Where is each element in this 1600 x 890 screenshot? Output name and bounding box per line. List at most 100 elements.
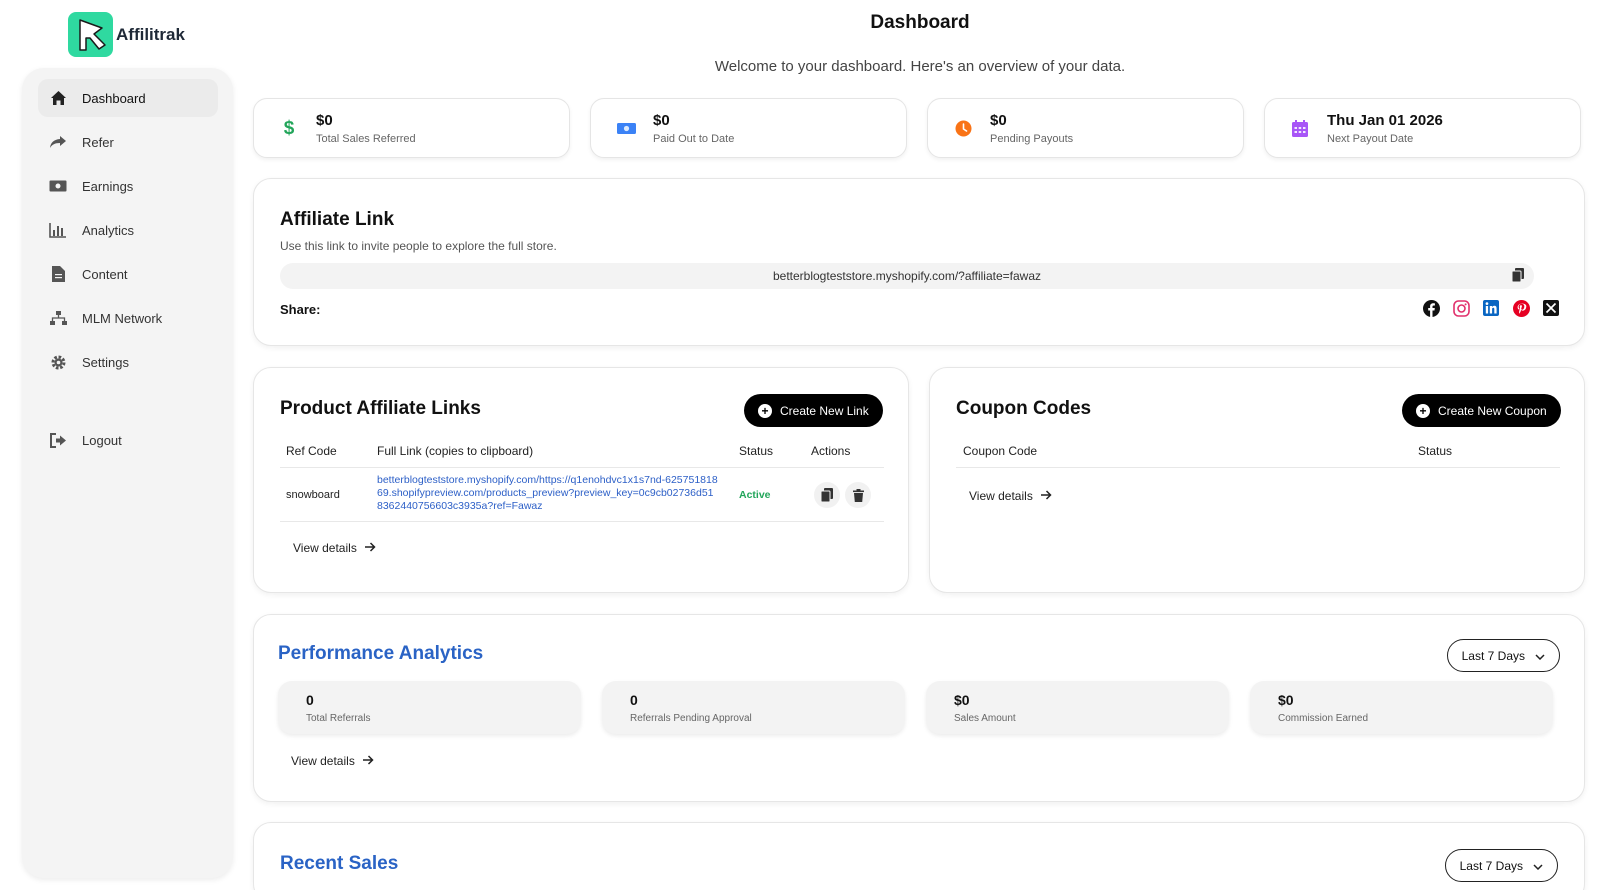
stat-value: Thu Jan 01 2026 bbox=[1327, 111, 1443, 129]
clock-icon bbox=[952, 117, 974, 139]
sidebar-item-label: Analytics bbox=[82, 222, 135, 238]
view-details-link[interactable]: View details bbox=[293, 541, 376, 555]
sidebar-item-mlm-network[interactable]: MLM Network bbox=[38, 299, 218, 337]
date-range-value: Last 7 Days bbox=[1459, 858, 1523, 873]
sidebar-item-settings[interactable]: Settings bbox=[38, 343, 218, 381]
arrow-right-icon bbox=[1040, 489, 1052, 503]
linkedin-icon[interactable] bbox=[1482, 299, 1500, 317]
brand-name: Affilitrak bbox=[116, 24, 185, 44]
brand-logo[interactable]: Affilitrak bbox=[68, 12, 185, 57]
full-link-cell[interactable]: betterblogteststore.myshopify.com/https:… bbox=[377, 474, 719, 513]
status-badge: Active bbox=[739, 489, 771, 501]
chevron-down-icon bbox=[1533, 859, 1543, 873]
stat-card-paid-out: $0 Paid Out to Date bbox=[590, 98, 907, 158]
copy-icon bbox=[821, 488, 833, 502]
copy-icon[interactable] bbox=[1511, 268, 1524, 285]
delete-link-button[interactable] bbox=[845, 482, 871, 508]
sidebar: Dashboard Refer Earnings Analytics Conte… bbox=[22, 68, 233, 878]
share-label: Share: bbox=[280, 302, 321, 317]
ref-code-cell: snowboard bbox=[286, 489, 340, 501]
coupon-codes-title: Coupon Codes bbox=[956, 398, 1092, 419]
stat-card-next-payout: Thu Jan 01 2026 Next Payout Date bbox=[1264, 98, 1581, 158]
date-range-dropdown[interactable]: Last 7 Days bbox=[1444, 849, 1558, 882]
create-new-coupon-label: Create New Coupon bbox=[1438, 403, 1547, 418]
stat-label: Next Payout Date bbox=[1327, 132, 1414, 145]
view-details-label: View details bbox=[291, 754, 355, 768]
chevron-down-icon bbox=[1535, 649, 1545, 663]
share-icons bbox=[1422, 299, 1560, 317]
date-range-dropdown[interactable]: Last 7 Days bbox=[1446, 639, 1560, 672]
stat-label: Pending Payouts bbox=[990, 132, 1074, 145]
stat-value: $0 bbox=[316, 111, 333, 129]
stat-card-total-sales: $ $0 Total Sales Referred bbox=[253, 98, 570, 158]
recent-sales-panel: Recent Sales Last 7 Days bbox=[253, 822, 1585, 890]
sidebar-item-analytics[interactable]: Analytics bbox=[38, 211, 218, 249]
stat-value: $0 bbox=[653, 111, 670, 129]
page-title: Dashboard bbox=[870, 12, 970, 33]
metric-value: $0 bbox=[1278, 692, 1294, 708]
facebook-icon[interactable] bbox=[1422, 299, 1440, 317]
metric-label: Total Referrals bbox=[306, 713, 371, 724]
home-icon bbox=[48, 88, 68, 108]
create-new-coupon-button[interactable]: + Create New Coupon bbox=[1402, 394, 1561, 427]
performance-analytics-panel: Performance Analytics Last 7 Days 0 Tota… bbox=[253, 614, 1585, 802]
sidebar-item-logout[interactable]: Logout bbox=[38, 421, 218, 459]
create-new-link-label: Create New Link bbox=[780, 403, 869, 418]
sidebar-item-label: Logout bbox=[82, 432, 122, 448]
sidebar-item-label: Settings bbox=[82, 354, 129, 370]
page-subtitle: Welcome to your dashboard. Here's an ove… bbox=[714, 58, 1126, 75]
pinterest-icon[interactable] bbox=[1512, 299, 1530, 317]
trash-icon bbox=[852, 488, 864, 502]
column-header-status: Status bbox=[739, 444, 774, 458]
sidebar-item-label: Dashboard bbox=[82, 90, 146, 106]
stat-label: Total Sales Referred bbox=[316, 132, 416, 145]
create-new-link-button[interactable]: + Create New Link bbox=[744, 394, 883, 427]
metric-label: Commission Earned bbox=[1278, 713, 1369, 724]
metric-value: 0 bbox=[306, 692, 314, 708]
sidebar-item-label: Refer bbox=[82, 134, 114, 150]
affiliate-link-panel: Affiliate Link Use this link to invite p… bbox=[253, 178, 1585, 346]
affiliate-link-title: Affiliate Link bbox=[280, 209, 395, 230]
metric-card-total-referrals: 0 Total Referrals bbox=[278, 681, 581, 734]
money-icon bbox=[48, 176, 68, 196]
instagram-icon[interactable] bbox=[1452, 299, 1470, 317]
view-details-link[interactable]: View details bbox=[291, 754, 374, 768]
metric-label: Referrals Pending Approval bbox=[630, 713, 752, 724]
column-header-coupon-code: Coupon Code bbox=[963, 444, 1038, 458]
metric-card-sales-amount: $0 Sales Amount bbox=[926, 681, 1229, 734]
column-header-status: Status bbox=[1418, 444, 1453, 458]
recent-sales-title: Recent Sales bbox=[280, 853, 399, 874]
product-links-title: Product Affiliate Links bbox=[280, 398, 481, 419]
x-icon[interactable] bbox=[1542, 299, 1560, 317]
svg-text:$: $ bbox=[284, 118, 295, 138]
sidebar-item-content[interactable]: Content bbox=[38, 255, 218, 293]
stat-value: $0 bbox=[990, 111, 1007, 129]
sidebar-item-refer[interactable]: Refer bbox=[38, 123, 218, 161]
arrow-right-icon bbox=[364, 541, 376, 555]
metric-card-commission-earned: $0 Commission Earned bbox=[1250, 681, 1553, 734]
column-header-ref-code: Ref Code bbox=[286, 444, 337, 458]
affiliate-url-field[interactable]: betterblogteststore.myshopify.com/?affil… bbox=[280, 263, 1534, 289]
sidebar-item-label: MLM Network bbox=[82, 310, 163, 326]
coupon-codes-panel: Coupon Codes + Create New Coupon Coupon … bbox=[929, 367, 1585, 593]
copy-link-button[interactable] bbox=[814, 482, 840, 508]
arrow-right-icon bbox=[362, 754, 374, 768]
plus-icon: + bbox=[758, 403, 772, 418]
sidebar-item-label: Earnings bbox=[82, 178, 134, 194]
stat-label: Paid Out to Date bbox=[653, 132, 735, 145]
date-range-value: Last 7 Days bbox=[1461, 648, 1525, 663]
affiliate-url-text[interactable]: betterblogteststore.myshopify.com/?affil… bbox=[773, 269, 1041, 283]
sidebar-item-earnings[interactable]: Earnings bbox=[38, 167, 218, 205]
view-details-label: View details bbox=[969, 489, 1033, 503]
stat-card-pending-payouts: $0 Pending Payouts bbox=[927, 98, 1244, 158]
plus-icon: + bbox=[1416, 403, 1430, 418]
metric-card-referrals-pending: 0 Referrals Pending Approval bbox=[602, 681, 905, 734]
sidebar-item-dashboard[interactable]: Dashboard bbox=[38, 79, 218, 117]
bar-chart-icon bbox=[48, 220, 68, 240]
view-details-label: View details bbox=[293, 541, 357, 555]
gear-icon bbox=[48, 352, 68, 372]
dollar-icon: $ bbox=[278, 117, 300, 139]
affiliate-link-description: Use this link to invite people to explor… bbox=[280, 239, 557, 253]
view-details-link[interactable]: View details bbox=[969, 489, 1052, 503]
calendar-icon bbox=[1289, 117, 1311, 139]
